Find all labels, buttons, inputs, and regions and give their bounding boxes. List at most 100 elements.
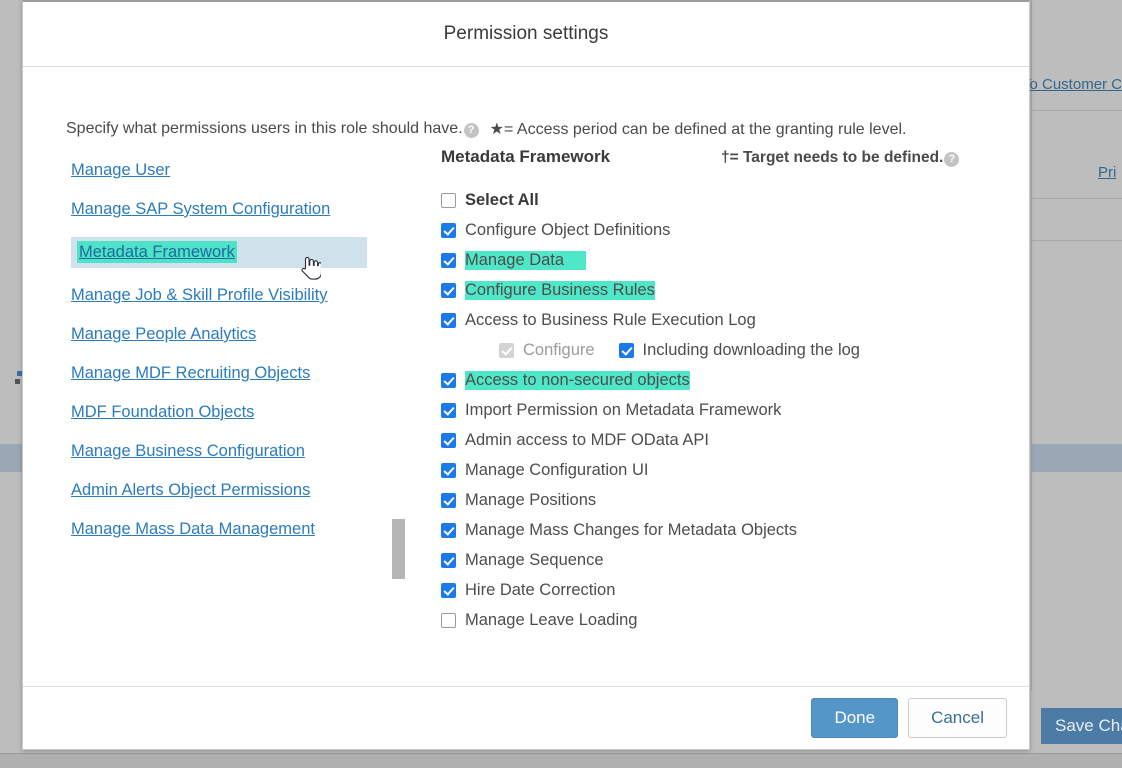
permission-row-import-permission-on-metadata-framework[interactable]: Import Permission on Metadata Framework [441, 395, 1005, 425]
permission-row-access-business-rule-execution-log[interactable]: Access to Business Rule Execution Log [441, 305, 1005, 335]
sidebar-item-manage-job-skill-profile-visibility[interactable]: Manage Job & Skill Profile Visibility [71, 280, 371, 311]
checkbox-access-to-business-rule-execution-log[interactable] [441, 312, 456, 328]
checkbox-configure-business-rules[interactable] [441, 282, 456, 298]
permission-label: Manage Leave Loading [465, 610, 638, 629]
permission-row-manage-configuration-ui[interactable]: Manage Configuration UI [441, 455, 1005, 485]
permission-label: Manage Positions [465, 490, 597, 509]
sidebar-item-label[interactable]: Manage User [71, 161, 170, 179]
checkbox-manage-sequence[interactable] [441, 552, 456, 568]
sidebar-item-manage-people-analytics[interactable]: Manage People Analytics [71, 319, 371, 350]
bg-marker-icon [15, 379, 20, 384]
sidebar-item-manage-mdf-recruiting-objects[interactable]: Manage MDF Recruiting Objects [71, 358, 371, 389]
permission-label: Admin access to MDF OData API [465, 430, 709, 449]
permission-row-configure-object-definitions[interactable]: Configure Object Definitions [441, 215, 1005, 245]
sidebar-item-label[interactable]: MDF Foundation Objects [71, 403, 254, 421]
permission-label: Manage Mass Changes for Metadata Objects [465, 520, 798, 539]
done-button[interactable]: Done [811, 698, 899, 738]
permission-checkbox-list: Select All Configure Object Definitions … [441, 185, 1005, 635]
checkbox-configure [499, 342, 514, 358]
permission-row-configure-business-rules[interactable]: Configure Business Rules [441, 275, 1005, 305]
permission-label: Import Permission on Metadata Framework [465, 400, 782, 419]
sidebar-item-label[interactable]: Metadata Framework [77, 241, 237, 263]
permission-settings-dialog: Permission settings Specify what permiss… [22, 0, 1030, 750]
sidebar-item-admin-alerts-object-permissions[interactable]: Admin Alerts Object Permissions [71, 475, 371, 506]
dialog-body: Specify what permissions users in this r… [23, 67, 1029, 686]
checkbox-admin-access-to-mdf-odata-api[interactable] [441, 432, 456, 448]
cancel-button[interactable]: Cancel [908, 698, 1007, 738]
permission-pane: Metadata Framework †= Target needs to be… [441, 147, 1005, 635]
sidebar-item-manage-sap-system-configuration[interactable]: Manage SAP System Configuration [71, 194, 371, 225]
intro-text: Specify what permissions users in this r… [66, 120, 463, 137]
checkbox-configure-object-definitions[interactable] [441, 222, 456, 238]
checkbox-select-all[interactable] [441, 192, 456, 208]
sidebar-item-label[interactable]: Manage Mass Data Management [71, 520, 315, 538]
bg-divider [1030, 240, 1122, 241]
permission-label: Including downloading the log [642, 340, 860, 359]
sidebar-item-label[interactable]: Manage SAP System Configuration [71, 200, 330, 218]
bg-divider [1031, 0, 1032, 690]
checkbox-manage-configuration-ui[interactable] [441, 462, 456, 478]
permission-row-access-to-non-secured-objects[interactable]: Access to non-secured objects [441, 365, 1005, 395]
help-circle-icon[interactable]: ? [944, 151, 960, 167]
dagger-legend-text: †= Target needs to be defined. [721, 149, 944, 166]
permission-row-manage-data[interactable]: Manage Data [441, 245, 1005, 275]
save-changes-button[interactable]: Save Chan [1041, 708, 1122, 744]
permission-row-hire-date-correction[interactable]: Hire Date Correction [441, 575, 1005, 605]
permission-row-admin-access-to-mdf-odata-api[interactable]: Admin access to MDF OData API [441, 425, 1005, 455]
permission-row-select-all[interactable]: Select All [441, 185, 1005, 215]
permission-label: Configure [523, 340, 595, 359]
dialog-title: Permission settings [443, 23, 609, 44]
help-circle-icon[interactable]: ? [463, 122, 479, 138]
permission-label: Access to Business Rule Execution Log [465, 310, 756, 329]
permission-row-manage-sequence[interactable]: Manage Sequence [441, 545, 1005, 575]
sidebar-item-label[interactable]: Manage People Analytics [71, 325, 256, 343]
sidebar-item-label[interactable]: Manage MDF Recruiting Objects [71, 364, 310, 382]
checkbox-including-downloading-the-log[interactable] [618, 342, 634, 358]
sidebar-item-manage-mass-data-management[interactable]: Manage Mass Data Management [71, 514, 371, 545]
checkbox-manage-positions[interactable] [441, 492, 456, 508]
checkbox-manage-data[interactable] [441, 252, 456, 268]
sidebar-item-label[interactable]: Admin Alerts Object Permissions [71, 481, 310, 499]
checkbox-hire-date-correction[interactable] [441, 582, 456, 598]
checkbox-access-to-non-secured-objects[interactable] [441, 372, 456, 388]
permission-header: Metadata Framework †= Target needs to be… [441, 147, 1005, 175]
sidebar-item-manage-business-configuration[interactable]: Manage Business Configuration [71, 436, 371, 467]
checkbox-manage-mass-changes-for-metadata-objects[interactable] [441, 522, 456, 538]
intro-row: Specify what permissions users in this r… [66, 119, 906, 139]
bg-link-print[interactable]: Pri [1098, 164, 1116, 181]
checkbox-manage-leave-loading[interactable] [441, 612, 456, 628]
checkbox-import-permission-on-metadata-framework[interactable] [441, 402, 456, 418]
bg-link-to-customer[interactable]: To Customer C [1022, 76, 1122, 93]
sidebar-item-metadata-framework[interactable]: Metadata Framework [71, 237, 367, 268]
permission-group-title: Metadata Framework [441, 147, 611, 166]
dialog-footer: Done Cancel [23, 686, 1029, 749]
permission-row-manage-leave-loading[interactable]: Manage Leave Loading [441, 605, 1005, 635]
star-legend: ★= Access period can be defined at the g… [489, 121, 907, 138]
bg-divider [1030, 198, 1122, 199]
category-list[interactable]: Manage User Manage SAP System Configurat… [23, 155, 393, 686]
permission-label: Access to non-secured objects [465, 370, 690, 390]
sidebar-item-label[interactable]: Manage Job & Skill Profile Visibility [71, 286, 327, 304]
sidebar-item-label[interactable]: Manage Business Configuration [71, 442, 305, 460]
category-list-scrollbar[interactable] [392, 519, 405, 579]
permission-label: Manage Configuration UI [465, 460, 649, 479]
dialog-header: Permission settings [23, 2, 1029, 67]
sidebar-item-manage-user[interactable]: Manage User [71, 155, 371, 186]
permission-label: Select All [465, 190, 539, 209]
bg-taskbar [0, 753, 1122, 768]
permission-label: Configure Object Definitions [465, 220, 671, 239]
permission-row-configure-sub[interactable]: Configure Including downloading the log [441, 335, 1005, 365]
permission-label: Hire Date Correction [465, 580, 616, 599]
permission-row-manage-positions[interactable]: Manage Positions [441, 485, 1005, 515]
sidebar-item-mdf-foundation-objects[interactable]: MDF Foundation Objects [71, 397, 371, 428]
permission-row-manage-mass-changes-for-metadata-objects[interactable]: Manage Mass Changes for Metadata Objects [441, 515, 1005, 545]
